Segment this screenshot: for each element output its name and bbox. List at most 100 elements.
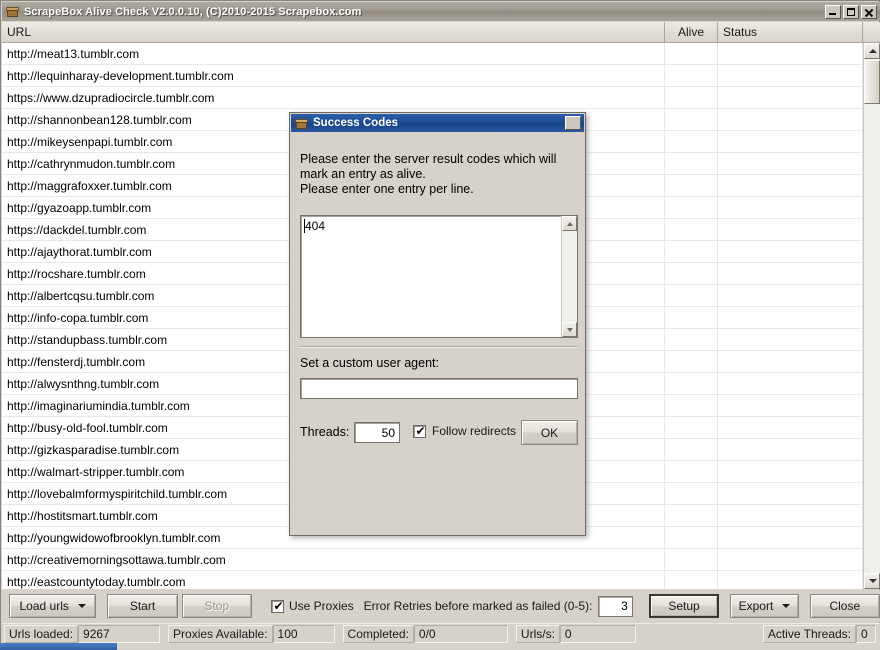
window-controls bbox=[825, 4, 880, 19]
cell-alive bbox=[665, 549, 718, 570]
dialog-titlebar: Success Codes bbox=[291, 114, 584, 132]
chevron-up-icon bbox=[869, 49, 877, 53]
proxies-available-label: Proxies Available: bbox=[168, 625, 273, 643]
list-header: URL Alive Status bbox=[2, 22, 880, 43]
proxies-available-value: 100 bbox=[272, 625, 335, 643]
dialog-title: Success Codes bbox=[313, 117, 399, 129]
checkbox-box[interactable]: ✔ bbox=[270, 599, 284, 613]
use-proxies-label: Use Proxies bbox=[288, 599, 354, 613]
cell-alive bbox=[665, 285, 718, 306]
desktop-strip bbox=[0, 643, 880, 650]
cell-status bbox=[718, 197, 863, 218]
export-button[interactable]: Export bbox=[730, 594, 799, 618]
cell-status bbox=[718, 87, 863, 108]
dialog-close-button[interactable] bbox=[565, 116, 581, 130]
cell-url: http://lequinharay-development.tumblr.co… bbox=[2, 65, 665, 86]
ok-label: OK bbox=[540, 425, 559, 440]
cell-alive bbox=[665, 439, 718, 460]
ok-button[interactable]: OK bbox=[521, 420, 578, 445]
textarea-scrollbar[interactable] bbox=[561, 216, 577, 337]
minimize-button[interactable] bbox=[825, 4, 841, 19]
cell-status bbox=[718, 43, 863, 64]
setup-button[interactable]: Setup bbox=[648, 594, 720, 618]
cell-status bbox=[718, 65, 863, 86]
instructions-line-3: Please enter one entry per line. bbox=[300, 182, 474, 196]
follow-redirects-checkbox[interactable]: ✔ Follow redirects bbox=[413, 424, 516, 438]
cell-alive bbox=[665, 395, 718, 416]
maximize-button[interactable] bbox=[843, 4, 859, 19]
table-row[interactable]: http://eastcountytoday.tumblr.com bbox=[2, 571, 863, 589]
cell-alive bbox=[665, 571, 718, 589]
dialog-divider bbox=[300, 346, 578, 348]
column-header-url[interactable]: URL bbox=[2, 22, 665, 42]
list-scrollbar[interactable] bbox=[863, 43, 880, 589]
load-urls-button[interactable]: Load urls bbox=[9, 594, 97, 618]
success-codes-value: 404 bbox=[305, 219, 326, 233]
use-proxies-checkbox[interactable]: ✔ Use Proxies bbox=[270, 599, 354, 613]
table-row[interactable]: http://meat13.tumblr.com bbox=[2, 43, 863, 65]
start-label: Start bbox=[129, 599, 156, 613]
scroll-down-button[interactable] bbox=[864, 573, 880, 589]
cell-status bbox=[718, 175, 863, 196]
cell-status bbox=[718, 571, 863, 589]
urls-loaded-label: Urls loaded: bbox=[4, 625, 79, 643]
chevron-down-icon bbox=[77, 604, 86, 608]
success-codes-textarea[interactable]: 404 bbox=[300, 215, 578, 338]
completed-label: Completed: bbox=[342, 625, 414, 643]
cell-alive bbox=[665, 461, 718, 482]
threads-label: Threads: bbox=[300, 425, 350, 439]
error-retries-input[interactable]: 3 bbox=[598, 595, 633, 617]
textarea-scroll-down-button[interactable] bbox=[562, 322, 577, 337]
cell-alive bbox=[665, 329, 718, 350]
cell-alive bbox=[665, 527, 718, 548]
taskbar-rest bbox=[117, 643, 880, 650]
threads-input[interactable]: 50 bbox=[354, 422, 400, 443]
chevron-down-icon bbox=[869, 579, 877, 583]
status-bar: Urls loaded: 9267 Proxies Available: 100… bbox=[2, 623, 880, 644]
box-icon bbox=[5, 5, 20, 19]
table-row[interactable]: http://creativemorningsottawa.tumblr.com bbox=[2, 549, 863, 571]
dialog-body: Please enter the server result codes whi… bbox=[291, 132, 584, 535]
column-header-status[interactable]: Status bbox=[718, 22, 863, 42]
taskbar-accent bbox=[0, 643, 117, 650]
app-root: ScrapeBox Alive Check V2.0.0.10, (C)2010… bbox=[0, 0, 880, 650]
cell-alive bbox=[665, 175, 718, 196]
close-window-button[interactable]: Close bbox=[809, 594, 880, 618]
cell-alive bbox=[665, 263, 718, 284]
cell-status bbox=[718, 505, 863, 526]
cell-status bbox=[718, 241, 863, 262]
cell-status bbox=[718, 439, 863, 460]
active-threads-value: 0 bbox=[856, 625, 876, 643]
start-button[interactable]: Start bbox=[107, 594, 178, 618]
column-header-filler bbox=[863, 22, 880, 42]
cell-alive bbox=[665, 241, 718, 262]
scroll-up-button[interactable] bbox=[864, 43, 880, 59]
cell-alive bbox=[665, 483, 718, 504]
cell-url: https://www.dzupradiocircle.tumblr.com bbox=[2, 87, 665, 108]
close-label: Close bbox=[829, 599, 861, 613]
checkbox-box[interactable]: ✔ bbox=[413, 424, 426, 438]
cell-status bbox=[718, 351, 863, 372]
cell-status bbox=[718, 263, 863, 284]
export-label: Export bbox=[738, 599, 774, 613]
chevron-down-icon bbox=[566, 328, 573, 332]
scrollbar-thumb[interactable] bbox=[864, 60, 880, 104]
cell-status bbox=[718, 329, 863, 350]
cell-alive bbox=[665, 109, 718, 130]
box-icon bbox=[295, 117, 309, 130]
cell-status bbox=[718, 395, 863, 416]
cell-alive bbox=[665, 153, 718, 174]
cell-status bbox=[718, 373, 863, 394]
stop-label: Stop bbox=[204, 599, 230, 613]
table-row[interactable]: http://lequinharay-development.tumblr.co… bbox=[2, 65, 863, 87]
column-header-alive[interactable]: Alive bbox=[665, 22, 718, 42]
textarea-scroll-up-button[interactable] bbox=[562, 216, 577, 231]
table-row[interactable]: https://www.dzupradiocircle.tumblr.com bbox=[2, 87, 863, 109]
close-button[interactable] bbox=[861, 4, 877, 19]
cell-status bbox=[718, 285, 863, 306]
urls-per-second-value: 0 bbox=[559, 625, 636, 643]
urls-per-second-label: Urls/s: bbox=[515, 625, 560, 643]
cell-alive bbox=[665, 351, 718, 372]
user-agent-input[interactable] bbox=[300, 378, 578, 399]
urls-loaded-value: 9267 bbox=[78, 625, 161, 643]
